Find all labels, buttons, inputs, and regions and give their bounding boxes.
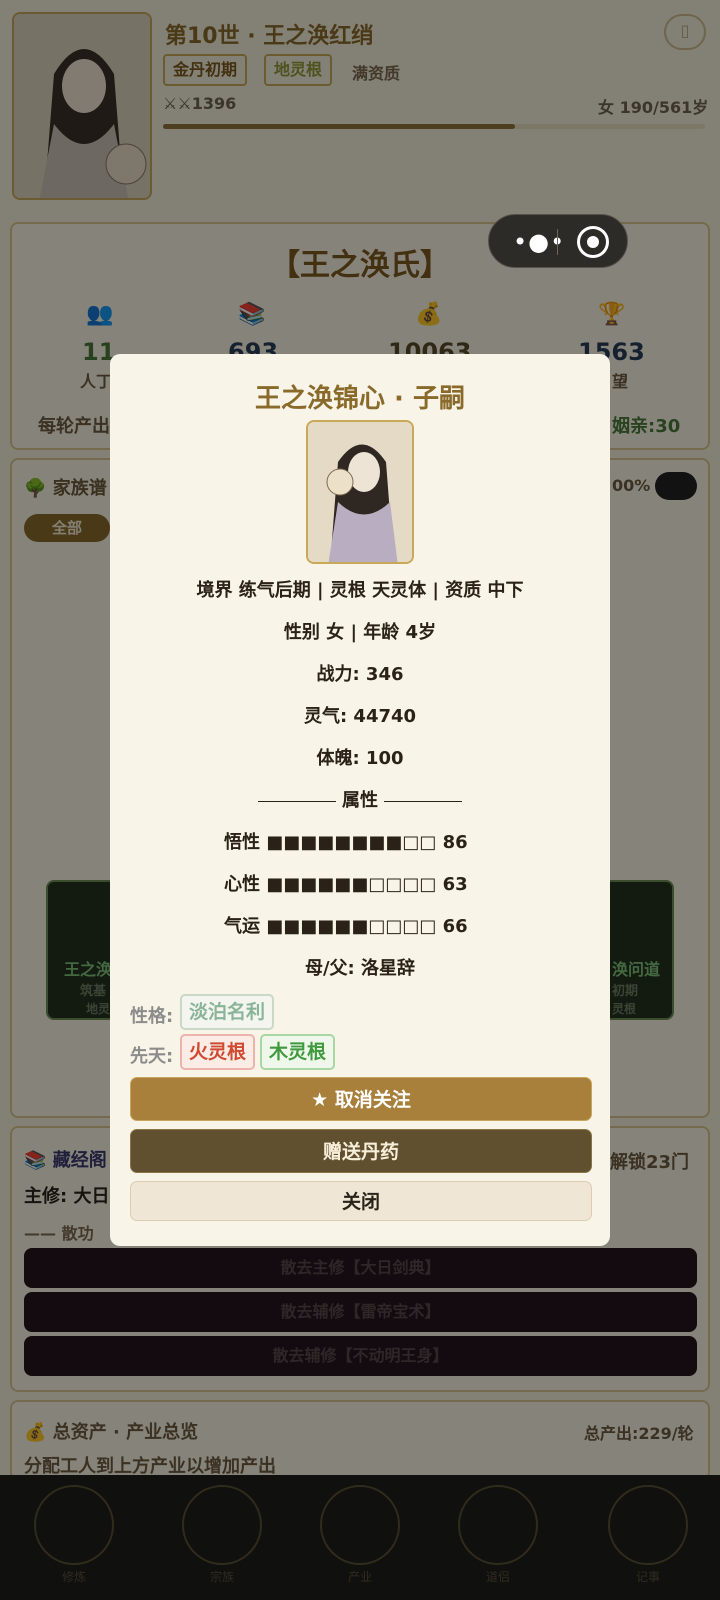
parent-line: 母/父: 洛星辞 [304, 958, 416, 979]
personality-label: 性格: [130, 1006, 174, 1027]
attr-bar: ■■■■■■□□□□ [266, 916, 437, 937]
attr-row: 气运 ■■■■■■□□□□ 66 [224, 912, 468, 938]
attr-label: 心性 [224, 874, 260, 895]
exit-target-icon[interactable] [577, 226, 609, 258]
attr-label: 悟性 [224, 832, 260, 853]
divider [384, 800, 463, 802]
fire-root-tag: 火灵根 [180, 1034, 256, 1070]
gift-pill-button[interactable]: 赠送丹药 [130, 1129, 592, 1173]
child-portrait [306, 420, 414, 564]
attr-row: 心性 ■■■■■■□□□□ 63 [224, 870, 468, 896]
realm-line: 境界 练气后期 | 灵根 天灵体 | 资质 中下 [196, 580, 524, 601]
unfollow-button[interactable]: ★ 取消关注 [130, 1077, 592, 1121]
innate-label: 先天: [130, 1046, 174, 1067]
attr-value: 63 [442, 874, 468, 895]
attr-value: 86 [442, 832, 468, 853]
attr-header: 属性 [110, 786, 610, 812]
wood-root-tag: 木灵根 [260, 1034, 336, 1070]
spirit-qi: 灵气: 44740 [303, 706, 417, 727]
gender-age-line: 性别 女 | 年龄 4岁 [283, 622, 437, 643]
attr-value: 66 [442, 916, 468, 937]
attr-bar: ■■■■■■□□□□ [266, 874, 437, 895]
divider [257, 800, 336, 802]
capsule-divider [557, 229, 558, 255]
combat-power: 战力: 346 [316, 664, 404, 685]
modal-title: 王之涣锦心 · 子嗣 [255, 384, 465, 414]
child-detail-modal: 王之涣锦心 · 子嗣 境界 练气后期 | 灵根 天灵体 | 资质 中下 性别 女… [110, 354, 610, 1246]
attr-label: 气运 [224, 916, 260, 937]
attr-row: 悟性 ■■■■■■■■□□ 86 [224, 828, 468, 854]
close-button[interactable]: 关闭 [130, 1181, 592, 1221]
attr-bar: ■■■■■■■■□□ [266, 832, 437, 853]
mini-program-capsule: •●• [488, 214, 628, 268]
physique: 体魄: 100 [316, 748, 404, 769]
personality-tag: 淡泊名利 [180, 994, 275, 1030]
attr-header-text: 属性 [342, 790, 378, 811]
